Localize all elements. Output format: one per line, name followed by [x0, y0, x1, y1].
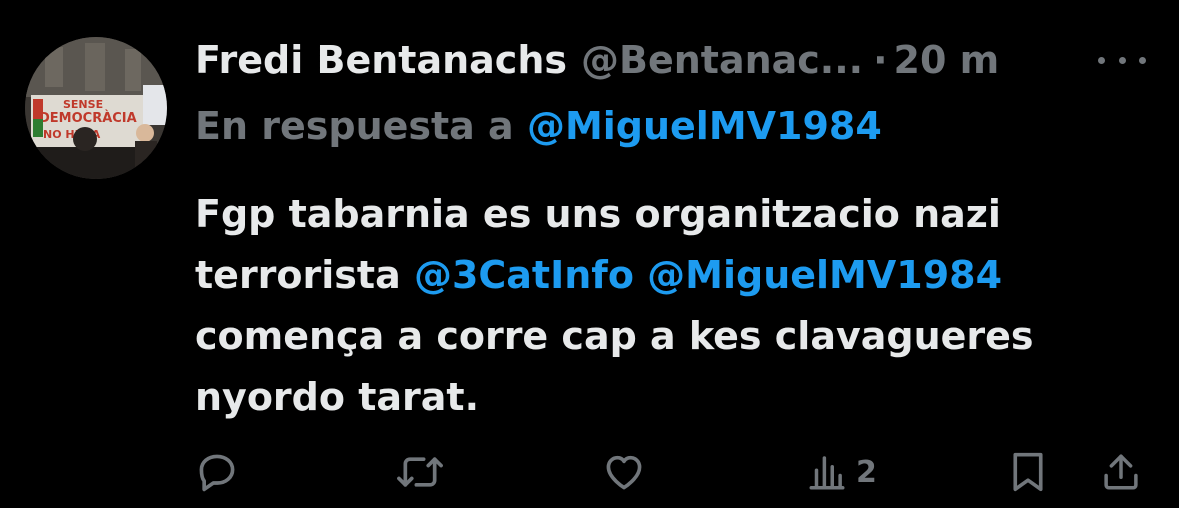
reply-button[interactable]: [195, 444, 239, 500]
mention-link[interactable]: @3CatInfo: [414, 253, 634, 297]
separator-dot: ·: [873, 38, 888, 82]
views-button[interactable]: 2: [806, 444, 877, 500]
tweet-body-text: terrorista: [195, 253, 401, 297]
reply-context: En respuesta a @MiguelMV1984: [195, 104, 882, 148]
mention-link[interactable]: @MiguelMV1984: [647, 253, 1002, 297]
tweet-body: Fgp tabarnia es uns organitzacio nazi te…: [195, 184, 1155, 428]
tweet-header: Fredi Bentanachs @Bentanac... · 20 m: [195, 38, 999, 82]
share-button[interactable]: [1100, 444, 1142, 500]
avatar-banner-text: SENSE: [63, 98, 103, 111]
like-button[interactable]: [602, 444, 646, 500]
retweet-button[interactable]: [396, 444, 444, 500]
avatar[interactable]: SENSE DEMOCRÀCIA NO HI HA: [25, 37, 167, 179]
heart-icon: [606, 455, 642, 490]
more-options-icon[interactable]: [1098, 48, 1146, 72]
user-handle[interactable]: @Bentanac...: [581, 38, 863, 82]
timestamp[interactable]: 20 m: [894, 38, 1000, 82]
reply-to-mention[interactable]: @MiguelMV1984: [527, 104, 882, 148]
display-name[interactable]: Fredi Bentanachs: [195, 38, 567, 82]
views-icon: [809, 456, 845, 490]
tweet[interactable]: SENSE DEMOCRÀCIA NO HI HA Fredi Bentanac…: [0, 0, 1179, 508]
tweet-body-line: nyordo tarat.: [195, 375, 479, 419]
reply-icon: [199, 454, 235, 492]
tweet-body-line: començа a corre cap a kes clavagueres: [195, 314, 1034, 358]
views-count: 2: [856, 454, 877, 490]
bookmark-button[interactable]: [1008, 444, 1048, 500]
share-icon: [1104, 454, 1138, 490]
tweet-body-line: terrorista @3CatInfo @MiguelMV1984: [195, 245, 1155, 306]
reply-prefix: En respuesta a: [195, 104, 514, 148]
retweet-icon: [397, 457, 443, 487]
action-bar: 2: [0, 444, 1179, 500]
tweet-body-line: Fgp tabarnia es uns organitzacio nazi: [195, 192, 1001, 236]
avatar-banner-text: DEMOCRÀCIA: [39, 110, 137, 126]
bookmark-icon: [1013, 452, 1043, 492]
